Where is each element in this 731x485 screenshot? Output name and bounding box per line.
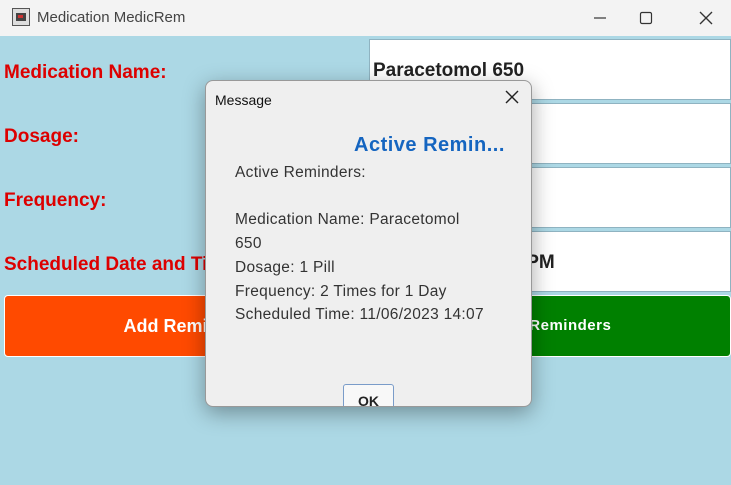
dialog-close-button[interactable] — [505, 90, 519, 109]
dialog-medication-name: Medication Name: Paracetomol — [235, 211, 460, 228]
close-icon — [505, 90, 519, 104]
dialog-scheduled-time: Scheduled Time: 11/06/2023 14:07 — [235, 306, 484, 323]
maximize-button[interactable] — [623, 0, 669, 36]
medication-name-label: Medication Name: — [4, 62, 167, 83]
dialog-heading: Active Remin... — [354, 134, 505, 156]
dialog-dosage: Dosage: 1 Pill — [235, 259, 335, 276]
minimize-icon — [594, 17, 606, 19]
close-button[interactable] — [683, 0, 729, 36]
dialog-intro: Active Reminders: — [235, 164, 366, 181]
close-icon — [699, 11, 713, 25]
message-dialog: Message Active Remin... Active Reminders… — [205, 80, 532, 407]
title-bar: Medication MedicRem — [0, 0, 731, 36]
app-icon — [12, 8, 30, 26]
minimize-button[interactable] — [577, 0, 623, 36]
window-title: Medication MedicRem — [37, 9, 186, 26]
ok-button[interactable]: OK — [343, 384, 394, 406]
maximize-icon — [639, 11, 653, 25]
dialog-frequency: Frequency: 2 Times for 1 Day — [235, 283, 447, 300]
frequency-label: Frequency: — [4, 190, 107, 211]
dialog-title: Message — [215, 92, 272, 108]
dialog-medication-name-cont: 650 — [235, 235, 262, 252]
dosage-label: Dosage: — [4, 126, 79, 147]
